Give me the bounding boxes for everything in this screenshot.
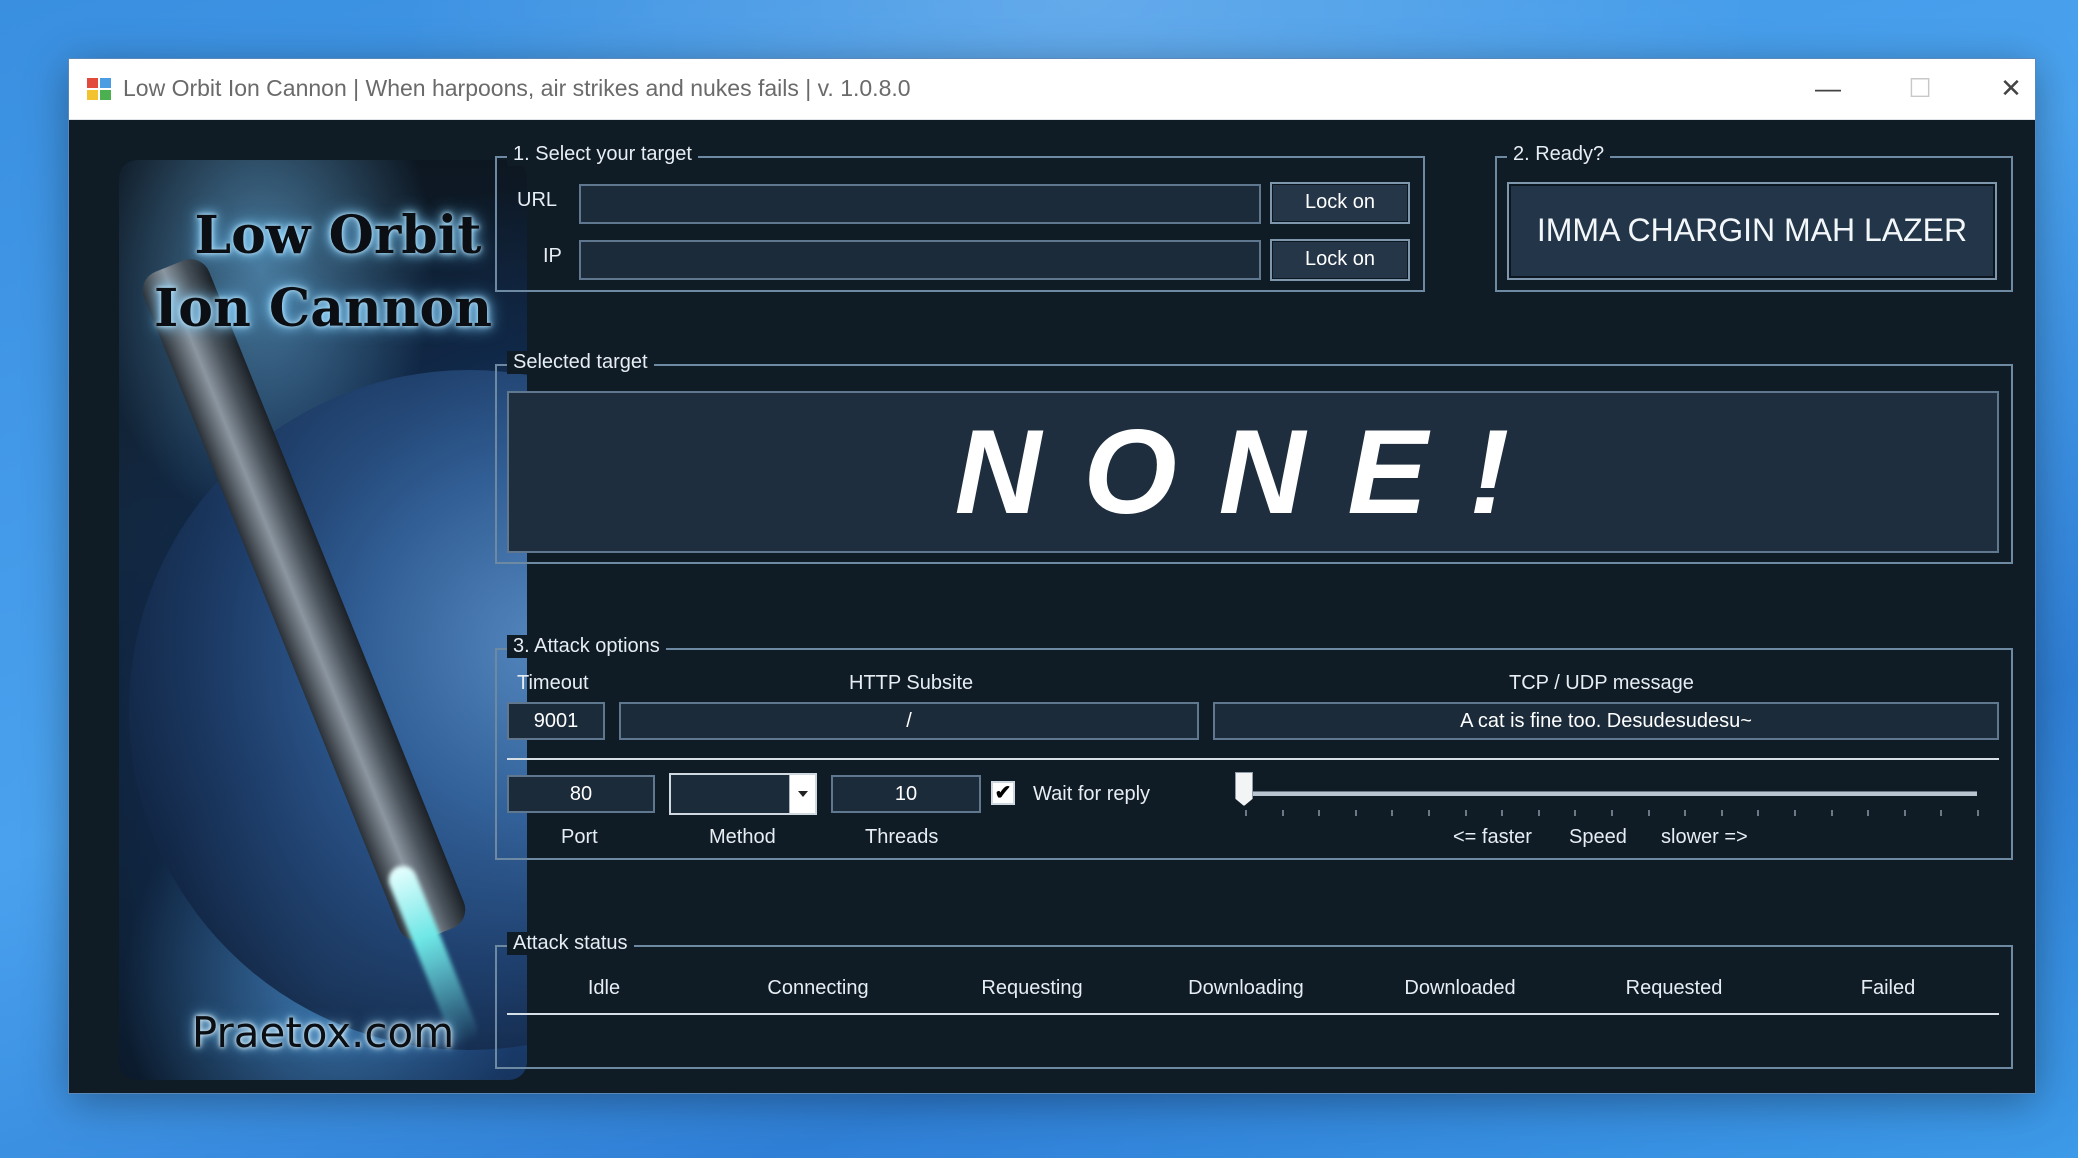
- slider-tick: [1757, 810, 1760, 816]
- slider-tick: [1464, 810, 1467, 816]
- slider-tick: [1501, 810, 1504, 816]
- banner-footer: Praetox.com: [191, 1008, 455, 1057]
- speed-label: Speed: [1569, 826, 1627, 848]
- slider-tick: [1537, 810, 1540, 816]
- port-label: Port: [561, 826, 598, 848]
- threads-label: Threads: [865, 826, 939, 848]
- ip-input[interactable]: [579, 240, 1261, 280]
- method-dropdown[interactable]: [669, 773, 817, 815]
- slider-tick: [1611, 810, 1613, 816]
- slider-tick: [1867, 810, 1870, 816]
- slider-tick: [1428, 810, 1430, 816]
- attack-status-group-label: Attack status: [507, 932, 634, 955]
- attack-options-group-label: 3. Attack options: [507, 635, 666, 658]
- slider-tick: [1977, 810, 1979, 816]
- speed-slower-label: slower =>: [1661, 826, 1748, 848]
- http-subsite-input[interactable]: /: [619, 702, 1199, 740]
- selected-target-display: NONE!: [507, 391, 1999, 553]
- slider-tick: [1281, 810, 1284, 816]
- fire-button[interactable]: IMMA CHARGIN MAH LAZER: [1507, 182, 1997, 280]
- status-column-failed: Failed: [1860, 977, 1916, 999]
- close-button[interactable]: ✕: [1965, 59, 2057, 120]
- minimize-button[interactable]: —: [1782, 59, 1874, 120]
- slider-tick: [1720, 810, 1723, 816]
- url-lock-on-button[interactable]: Lock on: [1270, 182, 1410, 224]
- slider-tick: [1940, 810, 1943, 816]
- status-divider: [507, 1013, 1999, 1015]
- slider-tick: [1318, 810, 1321, 816]
- slider-tick: [1903, 810, 1906, 816]
- maximize-button[interactable]: ☐: [1874, 59, 1966, 120]
- banner-title-line1: Low Orbit: [194, 205, 482, 266]
- ready-group: 2. Ready? IMMA CHARGIN MAH LAZER: [1495, 143, 2013, 292]
- selected-target-group: Selected target NONE!: [495, 351, 2013, 564]
- banner-title-line2: Ion Cannon: [153, 278, 493, 339]
- url-input[interactable]: [579, 184, 1261, 224]
- status-column-connecting: Connecting: [767, 977, 869, 999]
- timeout-label: Timeout: [517, 672, 589, 694]
- status-column-downloading: Downloading: [1188, 977, 1304, 999]
- status-column-requesting: Requesting: [981, 977, 1083, 999]
- wait-for-reply-checkbox[interactable]: ✔: [991, 781, 1015, 805]
- status-column-downloaded: Downloaded: [1404, 977, 1516, 999]
- ip-lock-on-button[interactable]: Lock on: [1270, 239, 1410, 281]
- title-bar[interactable]: Low Orbit Ion Cannon | When harpoons, ai…: [69, 59, 2035, 120]
- slider-tick: [1245, 810, 1247, 816]
- slider-tick: [1794, 810, 1796, 816]
- selected-target-group-label: Selected target: [507, 351, 654, 374]
- chevron-down-icon[interactable]: [789, 775, 815, 813]
- method-label: Method: [709, 826, 776, 848]
- loic-window: Low Orbit Ion Cannon | When harpoons, ai…: [69, 59, 2035, 1093]
- app-icon: [87, 78, 113, 102]
- slider-tick: [1830, 810, 1833, 816]
- select-target-group: 1. Select your target URL Lock on IP Loc…: [495, 143, 1425, 292]
- slider-tick: [1391, 810, 1394, 816]
- ready-group-label: 2. Ready?: [1507, 143, 1611, 166]
- window-title: Low Orbit Ion Cannon | When harpoons, ai…: [123, 75, 911, 101]
- wait-for-reply-label: Wait for reply: [1033, 783, 1151, 805]
- attack-options-group: 3. Attack options Timeout HTTP Subsite T…: [495, 635, 2013, 860]
- threads-input[interactable]: 10: [831, 775, 981, 813]
- slider-tick: [1684, 810, 1687, 816]
- speed-faster-label: <= faster: [1453, 826, 1532, 848]
- timeout-input[interactable]: 9001: [507, 702, 605, 740]
- options-divider: [507, 758, 1999, 760]
- loic-banner-image: Low Orbit Ion Cannon Praetox.com: [119, 160, 527, 1080]
- url-label: URL: [517, 189, 558, 211]
- slider-tick: [1574, 810, 1577, 816]
- ip-label: IP: [543, 245, 562, 267]
- speed-slider-track[interactable]: [1245, 791, 1977, 796]
- slider-tick: [1647, 810, 1650, 816]
- slider-tick: [1354, 810, 1357, 816]
- select-target-group-label: 1. Select your target: [507, 143, 698, 166]
- status-column-idle: Idle: [587, 977, 621, 999]
- main-content: Low Orbit Ion Cannon Praetox.com 1. Sele…: [69, 120, 2035, 1093]
- http-subsite-label: HTTP Subsite: [849, 672, 974, 694]
- status-column-requested: Requested: [1625, 977, 1723, 999]
- attack-status-group: Attack status Idle Connecting Requesting Do…: [495, 932, 2013, 1069]
- tcp-udp-message-label: TCP / UDP message: [1509, 672, 1694, 694]
- port-input[interactable]: 80: [507, 775, 655, 813]
- tcp-udp-message-input[interactable]: A cat is fine too. Desudesudesu~: [1213, 702, 1999, 740]
- speed-slider-thumb[interactable]: [1235, 772, 1253, 806]
